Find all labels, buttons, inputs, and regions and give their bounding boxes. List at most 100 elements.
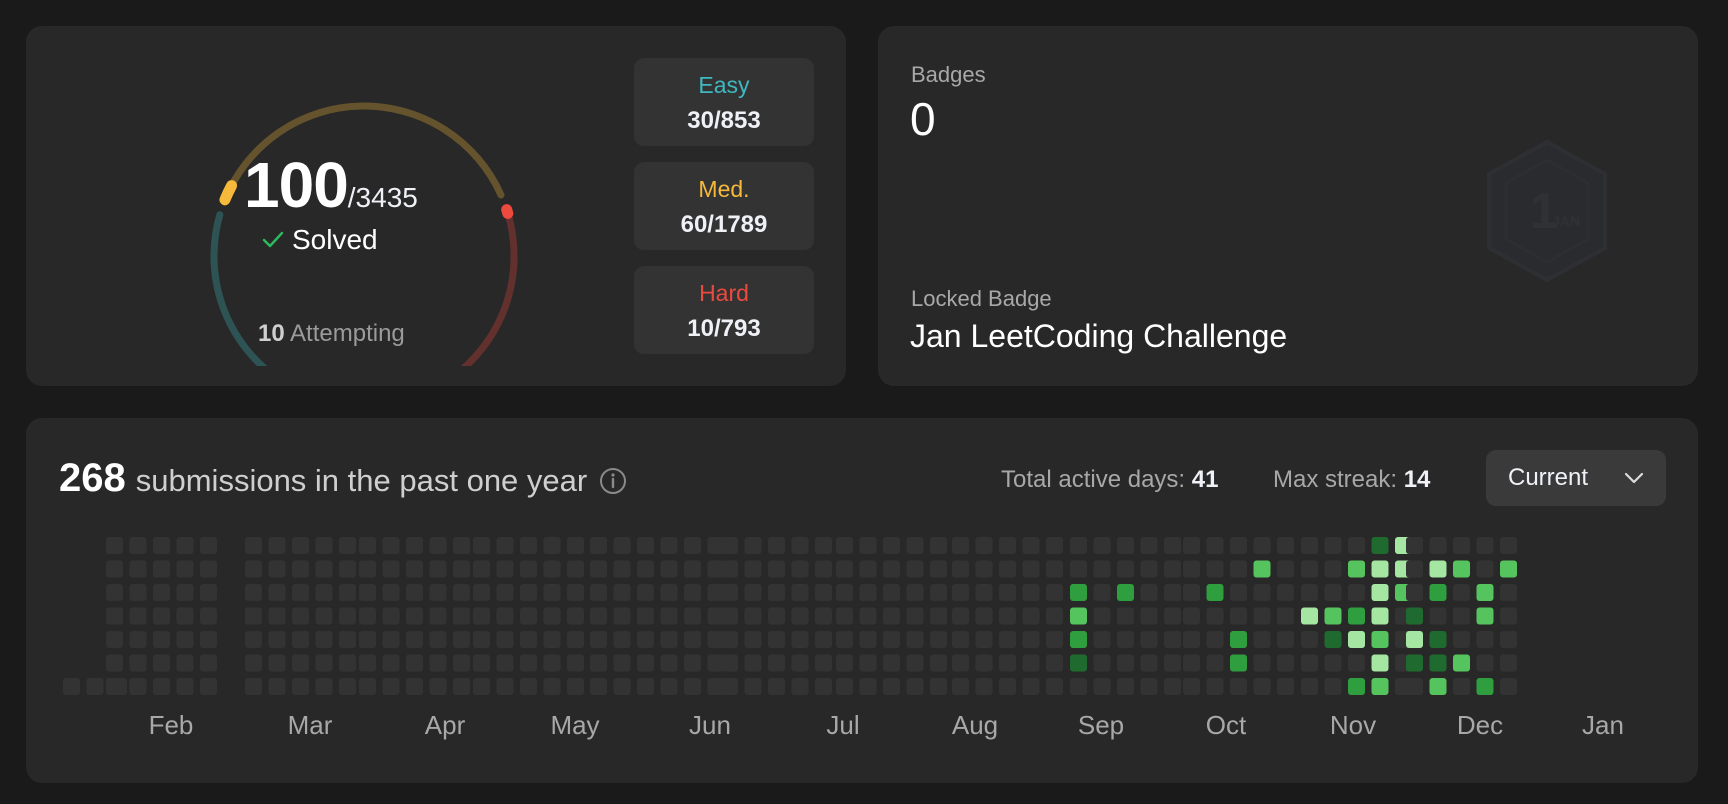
heatmap-day-cell[interactable] [268,678,286,695]
heatmap-day-cell[interactable] [1277,560,1294,578]
heatmap-day-cell[interactable] [292,631,309,648]
heatmap-day-cell[interactable] [768,584,785,601]
heatmap-day-cell[interactable] [859,654,877,672]
heatmap-day-cell[interactable] [1164,607,1181,625]
heatmap-day-cell[interactable] [815,678,832,695]
heatmap-day-cell[interactable] [1476,654,1494,672]
heatmap-day-cell[interactable] [684,560,701,578]
heatmap-day-cell[interactable] [1371,537,1389,554]
heatmap-day-cell[interactable] [637,537,654,554]
heatmap-day-cell[interactable] [836,607,853,625]
heatmap-day-cell[interactable] [791,560,809,578]
heatmap-day-cell[interactable] [791,537,809,554]
heatmap-day-cell[interactable] [406,654,423,672]
heatmap-day-cell[interactable] [791,678,809,695]
heatmap-day-cell[interactable] [1093,631,1111,648]
heatmap-day-cell[interactable] [637,584,654,601]
hard-stat-box[interactable]: Hard 10/793 [634,266,814,354]
heatmap-day-cell[interactable] [1230,654,1247,672]
heatmap-day-cell[interactable] [520,560,537,578]
heatmap-day-cell[interactable] [1070,678,1087,695]
heatmap-day-cell[interactable] [520,537,537,554]
heatmap-day-cell[interactable] [200,607,217,625]
heatmap-day-cell[interactable] [176,584,194,601]
heatmap-day-cell[interactable] [1183,537,1200,554]
heatmap-day-cell[interactable] [1117,654,1134,672]
heatmap-day-cell[interactable] [883,678,900,695]
heatmap-day-cell[interactable] [1070,560,1087,578]
heatmap-day-cell[interactable] [176,654,194,672]
heatmap-day-cell[interactable] [245,537,262,554]
heatmap-day-cell[interactable] [1348,631,1365,648]
heatmap-day-cell[interactable] [952,678,969,695]
heatmap-day-cell[interactable] [590,654,607,672]
heatmap-day-cell[interactable] [543,537,561,554]
heatmap-day-cell[interactable] [815,631,832,648]
heatmap-day-cell[interactable] [744,560,762,578]
heatmap-day-cell[interactable] [1277,607,1294,625]
heatmap-day-cell[interactable] [496,584,514,601]
heatmap-day-cell[interactable] [768,607,785,625]
heatmap-day-cell[interactable] [1406,678,1423,695]
heatmap-day-cell[interactable] [292,654,309,672]
heatmap-day-cell[interactable] [245,654,262,672]
heatmap-day-cell[interactable] [200,560,217,578]
heatmap-day-cell[interactable] [200,631,217,648]
heatmap-day-cell[interactable] [1206,560,1224,578]
locked-badge-name[interactable]: Jan LeetCoding Challenge [910,318,1287,355]
heatmap-day-cell[interactable] [245,678,262,695]
heatmap-day-cell[interactable] [543,607,561,625]
heatmap-day-cell[interactable] [1453,560,1470,578]
heatmap-day-cell[interactable] [975,607,993,625]
heatmap-day-cell[interactable] [1348,560,1365,578]
heatmap-day-cell[interactable] [1230,537,1247,554]
heatmap-day-cell[interactable] [1022,631,1040,648]
heatmap-day-cell[interactable] [637,560,654,578]
heatmap-day-cell[interactable] [1046,631,1063,648]
locked-badge-icon[interactable]: 1 JAN [1480,136,1614,286]
heatmap-day-cell[interactable] [339,607,356,625]
heatmap-day-cell[interactable] [1348,654,1365,672]
heatmap-day-cell[interactable] [1117,584,1134,601]
heatmap-day-cell[interactable] [1476,607,1494,625]
heatmap-day-cell[interactable] [791,584,809,601]
heatmap-day-cell[interactable] [744,631,762,648]
heatmap-day-cell[interactable] [613,607,631,625]
heatmap-day-cell[interactable] [429,584,447,601]
heatmap-day-cell[interactable] [1324,537,1342,554]
heatmap-day-cell[interactable] [339,537,356,554]
heatmap-day-cell[interactable] [975,654,993,672]
heatmap-day-cell[interactable] [1500,654,1517,672]
heatmap-day-cell[interactable] [268,537,286,554]
heatmap-day-cell[interactable] [268,607,286,625]
heatmap-day-cell[interactable] [684,678,701,695]
heatmap-day-cell[interactable] [883,607,900,625]
heatmap-day-cell[interactable] [1206,584,1224,601]
heatmap-day-cell[interactable] [952,560,969,578]
heatmap-day-cell[interactable] [153,631,170,648]
heatmap-day-cell[interactable] [952,631,969,648]
heatmap-day-cell[interactable] [1371,631,1389,648]
heatmap-day-cell[interactable] [153,560,170,578]
heatmap-day-cell[interactable] [153,678,170,695]
heatmap-day-cell[interactable] [1140,607,1158,625]
heatmap-day-cell[interactable] [660,537,678,554]
heatmap-day-cell[interactable] [684,607,701,625]
heatmap-day-cell[interactable] [1406,584,1423,601]
heatmap-day-cell[interactable] [1324,584,1342,601]
heatmap-day-cell[interactable] [1371,607,1389,625]
heatmap-day-cell[interactable] [1046,584,1063,601]
heatmap-day-cell[interactable] [930,584,947,601]
heatmap-day-cell[interactable] [791,654,809,672]
heatmap-day-cell[interactable] [292,537,309,554]
heatmap-day-cell[interactable] [129,654,147,672]
heatmap-day-cell[interactable] [496,560,514,578]
heatmap-day-cell[interactable] [1070,537,1087,554]
heatmap-day-cell[interactable] [543,654,561,672]
heatmap-day-cell[interactable] [567,584,584,601]
heatmap-day-cell[interactable] [1164,560,1181,578]
heatmap-day-cell[interactable] [473,654,490,672]
heatmap-day-cell[interactable] [815,654,832,672]
heatmap-day-cell[interactable] [63,678,80,695]
heatmap-day-cell[interactable] [859,678,877,695]
